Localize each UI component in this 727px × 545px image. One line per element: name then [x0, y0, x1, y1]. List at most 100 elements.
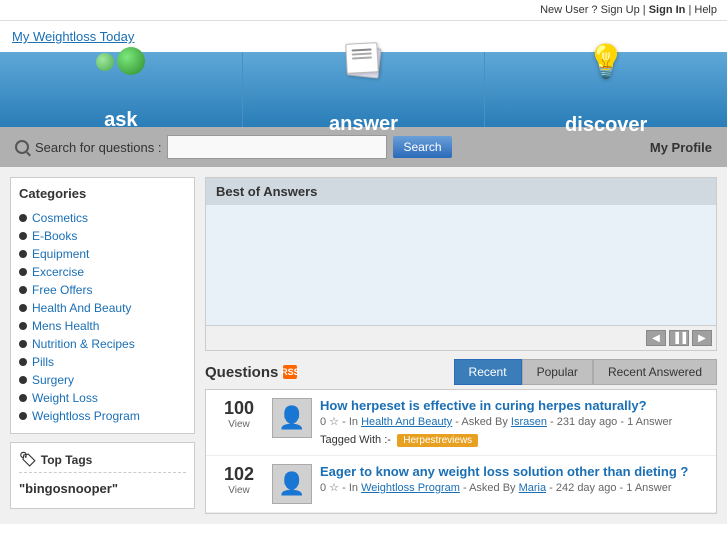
- question-count-label: View: [214, 485, 264, 496]
- sidebar: Categories CosmeticsE-BooksEquipmentExce…: [10, 177, 195, 514]
- lightbulb-icon: 💡: [586, 42, 626, 80]
- question-answers: 1 Answer: [626, 482, 671, 494]
- tag-item[interactable]: Herpestreviews: [397, 434, 478, 447]
- question-details: How herpeset is effective in curing herp…: [320, 398, 708, 447]
- ask-bubble-big: [117, 47, 145, 75]
- question-title[interactable]: Eager to know any weight loss solution o…: [320, 464, 688, 479]
- question-meta: 0 ☆ - In Weightloss Program - Asked By M…: [320, 481, 708, 494]
- sidebar-item-category[interactable]: Weight Loss: [19, 389, 186, 407]
- question-details: Eager to know any weight loss solution o…: [320, 464, 708, 494]
- nav-answer[interactable]: answer: [242, 52, 485, 127]
- category-dot: [19, 268, 27, 276]
- ask-bubble-small: [96, 53, 114, 71]
- ask-label: ask: [104, 109, 137, 132]
- discover-label: discover: [565, 114, 647, 137]
- question-author-link[interactable]: Israsen: [511, 416, 547, 428]
- best-answers-header: Best of Answers: [206, 178, 716, 205]
- search-button[interactable]: Search: [393, 136, 451, 158]
- question-stars: 0 ☆: [320, 416, 339, 428]
- question-answers: 1 Answer: [627, 416, 672, 428]
- category-dot: [19, 376, 27, 384]
- search-left: Search for questions : Search: [15, 135, 650, 159]
- header-nav: ask answer 💡 discover: [0, 52, 727, 127]
- sidebar-item-category[interactable]: E-Books: [19, 227, 186, 245]
- questions-header: Questions RSS Recent Popular Recent Answ…: [205, 359, 717, 385]
- question-author-link[interactable]: Maria: [519, 482, 547, 494]
- search-label: Search for questions :: [35, 140, 161, 155]
- main-content: Categories CosmeticsE-BooksEquipmentExce…: [0, 167, 727, 524]
- sidebar-item-category[interactable]: Surgery: [19, 371, 186, 389]
- question-meta: 0 ☆ - In Health And Beauty - Asked By Is…: [320, 415, 708, 428]
- site-title-link[interactable]: My Weightloss Today: [12, 29, 134, 44]
- categories-box: Categories CosmeticsE-BooksEquipmentExce…: [10, 177, 195, 434]
- slide-prev-button[interactable]: ◀: [646, 330, 666, 346]
- question-category-link[interactable]: Health And Beauty: [361, 416, 452, 428]
- category-dot: [19, 340, 27, 348]
- tags-label: Tagged With :-: [320, 434, 391, 446]
- question-stars: 0 ☆: [320, 482, 339, 494]
- question-tags: Tagged With :- Herpestreviews: [320, 432, 708, 447]
- sidebar-item-category[interactable]: Nutrition & Recipes: [19, 335, 186, 353]
- questions-title-area: Questions RSS: [205, 364, 297, 381]
- nav-ask[interactable]: ask: [0, 52, 242, 127]
- tab-popular[interactable]: Popular: [522, 359, 593, 385]
- best-answers-box: Best of Answers ◀ ▐▐ ▶: [205, 177, 717, 351]
- new-user-text: New User ? Sign Up: [540, 4, 640, 16]
- categories-title: Categories: [19, 186, 186, 201]
- top-tags-value: "bingosnooper": [19, 477, 186, 500]
- sidebar-item-category[interactable]: Health And Beauty: [19, 299, 186, 317]
- question-time: 231 day ago: [557, 416, 618, 428]
- questions-tabs: Recent Popular Recent Answered: [454, 359, 717, 385]
- question-count: 100: [214, 398, 264, 419]
- table-row: 102 View 👤 Eager to know any weight loss…: [206, 456, 716, 513]
- avatar: 👤: [272, 464, 312, 504]
- category-dot: [19, 214, 27, 222]
- top-tags-box: 🏷 Top Tags "bingosnooper": [10, 442, 195, 509]
- sidebar-item-category[interactable]: Pills: [19, 353, 186, 371]
- sidebar-item-category[interactable]: Weightloss Program: [19, 407, 186, 425]
- category-dot: [19, 412, 27, 420]
- card-front: [345, 42, 379, 74]
- rss-icon[interactable]: RSS: [283, 365, 297, 379]
- question-count: 102: [214, 464, 264, 485]
- search-magnifier-icon: [15, 140, 29, 154]
- slide-next-button[interactable]: ▶: [692, 330, 712, 346]
- answer-label: answer: [329, 113, 398, 136]
- top-tags-header: 🏷 Top Tags: [19, 451, 186, 473]
- sidebar-item-category[interactable]: Cosmetics: [19, 209, 186, 227]
- avatar: 👤: [272, 398, 312, 438]
- table-row: 100 View 👤 How herpeset is effective in …: [206, 390, 716, 456]
- tag-icon: 🏷: [19, 451, 37, 468]
- category-dot: [19, 322, 27, 330]
- sidebar-item-category[interactable]: Mens Health: [19, 317, 186, 335]
- sidebar-item-category[interactable]: Equipment: [19, 245, 186, 263]
- questions-list: 100 View 👤 How herpeset is effective in …: [205, 389, 717, 514]
- help-link[interactable]: Help: [694, 4, 717, 16]
- best-answers-content: [206, 205, 716, 325]
- slide-pause-button[interactable]: ▐▐: [669, 330, 689, 346]
- question-title[interactable]: How herpeset is effective in curing herp…: [320, 398, 647, 413]
- questions-title: Questions: [205, 364, 278, 381]
- category-dot: [19, 394, 27, 402]
- search-input[interactable]: [167, 135, 387, 159]
- tab-recent-answered[interactable]: Recent Answered: [593, 359, 717, 385]
- sidebar-item-category[interactable]: Free Offers: [19, 281, 186, 299]
- sign-in-link[interactable]: Sign In: [649, 4, 686, 16]
- question-category-link[interactable]: Weightloss Program: [361, 482, 460, 494]
- top-tags-label: Top Tags: [41, 453, 93, 467]
- tab-recent[interactable]: Recent: [454, 359, 522, 385]
- my-profile-link[interactable]: My Profile: [650, 140, 712, 155]
- best-answers-controls: ◀ ▐▐ ▶: [206, 325, 716, 350]
- question-time: 242 day ago: [556, 482, 617, 494]
- categories-list: CosmeticsE-BooksEquipmentExcerciseFree O…: [19, 209, 186, 425]
- avatar-icon: 👤: [278, 471, 305, 497]
- category-dot: [19, 286, 27, 294]
- sidebar-item-category[interactable]: Excercise: [19, 263, 186, 281]
- nav-discover[interactable]: 💡 discover: [484, 52, 727, 127]
- question-count-label: View: [214, 419, 264, 430]
- category-dot: [19, 250, 27, 258]
- right-content: Best of Answers ◀ ▐▐ ▶ Questions RSS Rec…: [205, 177, 717, 514]
- avatar-icon: 👤: [278, 405, 305, 431]
- category-dot: [19, 304, 27, 312]
- category-dot: [19, 232, 27, 240]
